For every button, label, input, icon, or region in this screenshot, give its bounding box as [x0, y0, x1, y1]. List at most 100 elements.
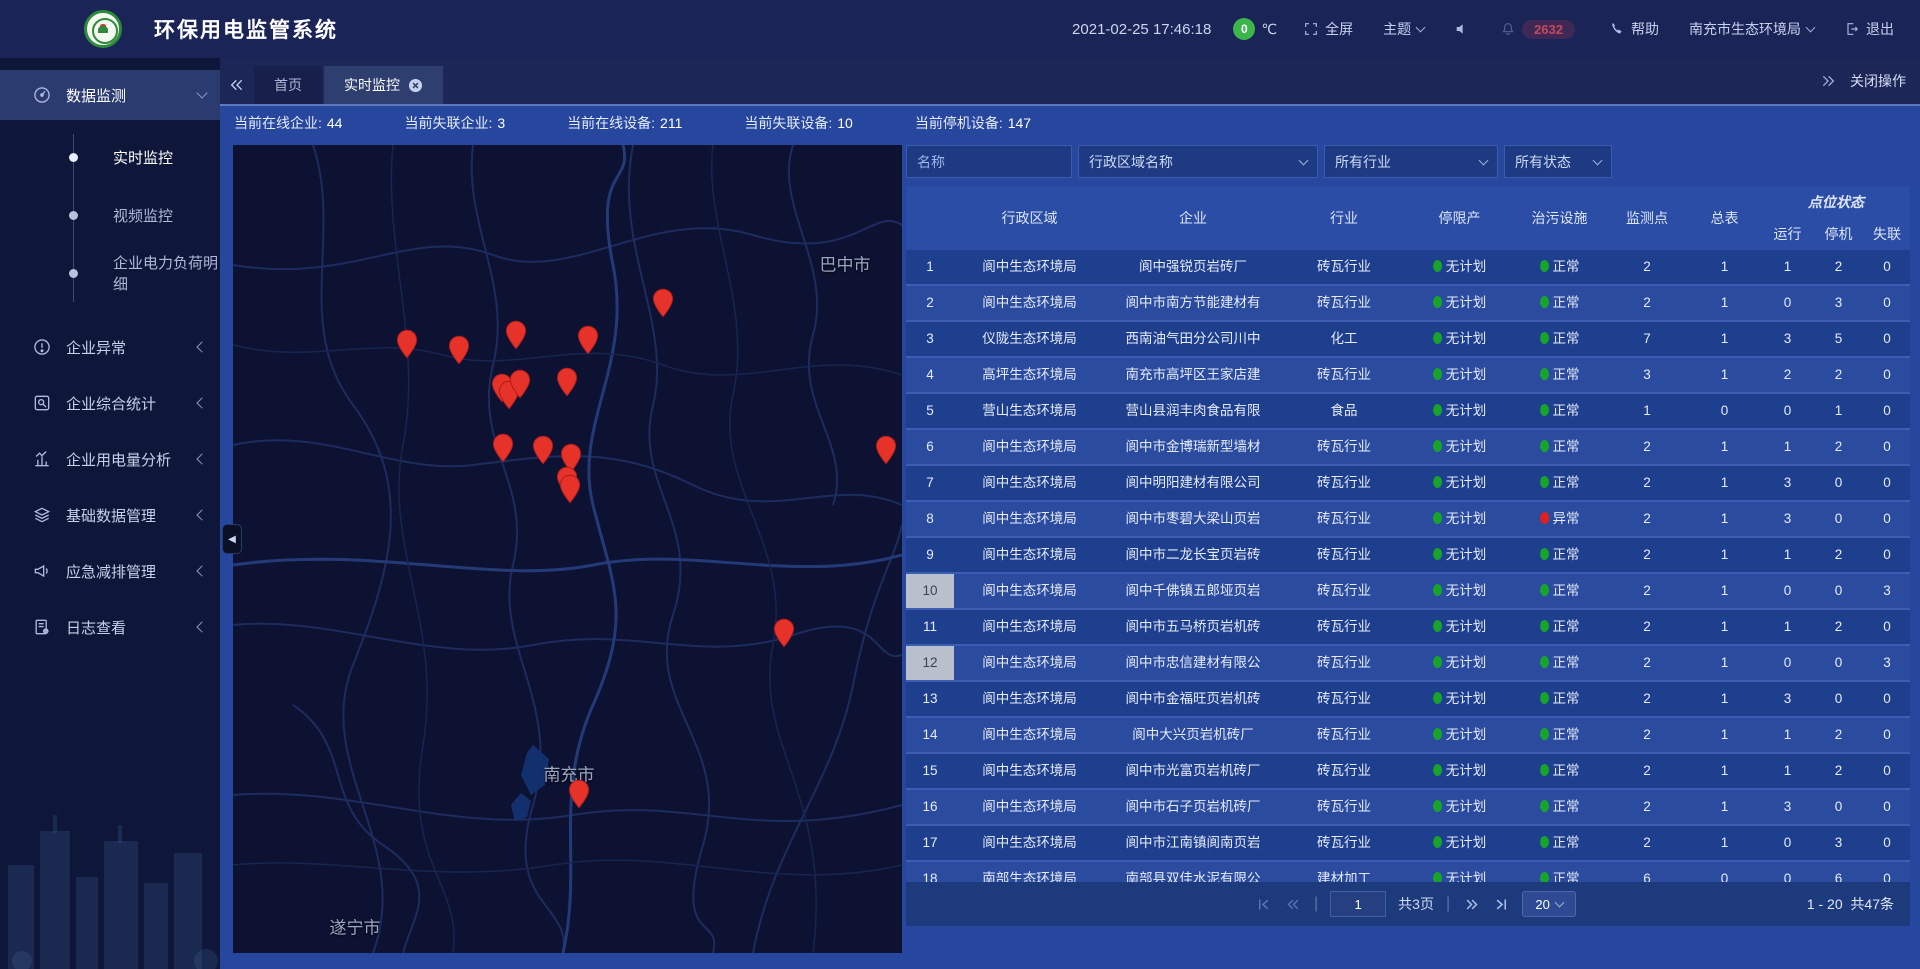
notifications-button[interactable]: 2632 — [1500, 20, 1575, 39]
cell-facility: 正常 — [1512, 394, 1607, 428]
table-row[interactable]: 13阆中生态环境局阆中市金福旺页岩机砖砖瓦行业无计划正常21300 — [906, 682, 1910, 718]
cell-meters: 0 — [1687, 394, 1762, 428]
cell-industry: 砖瓦行业 — [1281, 574, 1407, 608]
map-marker-pin[interactable] — [559, 474, 581, 504]
next-page-button[interactable] — [1462, 895, 1480, 913]
sidebar-item-5[interactable]: 应急减排管理 — [0, 546, 220, 596]
sidebar-item-1[interactable]: 企业异常 — [0, 322, 220, 372]
tabs-scroll-left-button[interactable] — [220, 66, 254, 104]
table-row[interactable]: 4高坪生态环境局南充市高坪区王家店建砖瓦行业无计划正常31220 — [906, 358, 1910, 394]
table-row[interactable]: 3仪陇生态环境局西南油气田分公司川中化工无计划正常71350 — [906, 322, 1910, 358]
page-number-input[interactable] — [1330, 891, 1386, 917]
table-row[interactable]: 17阆中生态环境局阆中市江南镇阆南页岩砖瓦行业无计划正常21030 — [906, 826, 1910, 862]
sidebar-item-2[interactable]: 企业综合统计 — [0, 378, 220, 428]
table-row[interactable]: 16阆中生态环境局阆中市石子页岩机砖厂砖瓦行业无计划正常21300 — [906, 790, 1910, 826]
sidebar-item-label: 企业异常 — [66, 337, 198, 358]
datetime-display: 2021-02-25 17:46:18 — [1072, 21, 1211, 38]
map-marker-pin[interactable] — [875, 435, 897, 465]
double-chevron-right-icon[interactable] — [1820, 73, 1836, 89]
cell-stop: 2 — [1813, 250, 1864, 284]
chevron-down-icon — [196, 87, 207, 98]
map-marker-pin[interactable] — [652, 288, 674, 318]
map-marker-pin[interactable] — [396, 329, 418, 359]
tab-home[interactable]: 首页 — [254, 66, 322, 104]
table-row[interactable]: 1阆中生态环境局阆中强锐页岩砖厂砖瓦行业无计划正常21120 — [906, 250, 1910, 286]
theme-dropdown[interactable]: 主题 — [1383, 19, 1424, 39]
map-panel[interactable]: 巴中市南充市遂宁市 — [233, 145, 902, 953]
speaker-icon — [1454, 21, 1470, 37]
cell-meters: 1 — [1687, 286, 1762, 320]
sidebar-item-4[interactable]: 基础数据管理 — [0, 490, 220, 540]
column-header: 行政区域 — [954, 208, 1105, 228]
cell-lost: 0 — [1864, 394, 1910, 428]
map-marker-pin[interactable] — [492, 433, 514, 463]
close-operations-button[interactable]: 关闭操作 — [1850, 71, 1906, 91]
sidebar-item-label: 数据监测 — [66, 85, 198, 106]
mute-button[interactable] — [1454, 21, 1470, 37]
cell-index: 4 — [906, 358, 954, 392]
cell-company: 阆中市石子页岩机砖厂 — [1105, 790, 1281, 824]
sidebar-item-3[interactable]: 企业用电量分析 — [0, 434, 220, 484]
table-row[interactable]: 12阆中生态环境局阆中市忠信建材有限公砖瓦行业无计划正常21003 — [906, 646, 1910, 682]
table-row[interactable]: 10阆中生态环境局阆中千佛镇五郎垭页岩砖瓦行业无计划正常21003 — [906, 574, 1910, 610]
org-dropdown[interactable]: 南充市生态环境局 — [1689, 19, 1814, 39]
last-page-button[interactable] — [1492, 895, 1510, 913]
cell-industry: 砖瓦行业 — [1281, 790, 1407, 824]
industry-filter-select[interactable]: 所有行业 — [1324, 145, 1498, 178]
cell-meters: 1 — [1687, 790, 1762, 824]
cell-meters: 0 — [1687, 862, 1762, 882]
map-marker-pin[interactable] — [568, 779, 590, 809]
map-marker-pin[interactable] — [577, 325, 599, 355]
cell-region: 营山生态环境局 — [954, 394, 1105, 428]
table-row[interactable]: 8阆中生态环境局阆中市枣碧大梁山页岩砖瓦行业无计划异常21300 — [906, 502, 1910, 538]
cell-company: 阆中市江南镇阆南页岩 — [1105, 826, 1281, 860]
map-marker-pin[interactable] — [509, 369, 531, 399]
map-marker-pin[interactable] — [448, 335, 470, 365]
app-title: 环保用电监管系统 — [154, 14, 338, 44]
cell-industry: 砖瓦行业 — [1281, 718, 1407, 752]
status-filter-select[interactable]: 所有状态 — [1504, 145, 1612, 178]
sidebar-subitem[interactable]: 实时监控 — [0, 128, 220, 186]
table-row[interactable]: 5营山生态环境局营山县润丰肉食品有限食品无计划正常10010 — [906, 394, 1910, 430]
collapse-panel-button[interactable]: ◀ — [222, 524, 242, 554]
stats-icon — [32, 393, 52, 413]
cell-lost: 0 — [1864, 826, 1910, 860]
page-size-select[interactable]: 20 — [1522, 891, 1576, 917]
sidebar-subitem[interactable]: 企业电力负荷明细 — [0, 244, 220, 302]
help-button[interactable]: 帮助 — [1609, 19, 1659, 39]
fullscreen-button[interactable]: 全屏 — [1303, 19, 1353, 39]
close-icon[interactable] — [408, 78, 423, 93]
table-row[interactable]: 14阆中生态环境局阆中大兴页岩机砖厂砖瓦行业无计划正常21120 — [906, 718, 1910, 754]
table-row[interactable]: 9阆中生态环境局阆中市二龙长宝页岩砖砖瓦行业无计划正常21120 — [906, 538, 1910, 574]
table-row[interactable]: 18南部生态环境局南部县双佳水泥有限公建材加工无计划正常60060 — [906, 862, 1910, 882]
map-marker-pin[interactable] — [556, 367, 578, 397]
region-filter-select[interactable]: 行政区域名称 — [1078, 145, 1318, 178]
cell-lost: 3 — [1864, 646, 1910, 680]
tab-realtime-monitor[interactable]: 实时监控 — [324, 66, 443, 104]
table-row[interactable]: 11阆中生态环境局阆中市五马桥页岩机砖砖瓦行业无计划正常21120 — [906, 610, 1910, 646]
status-dot — [1433, 368, 1442, 380]
name-filter-input[interactable] — [906, 145, 1072, 178]
logout-button[interactable]: 退出 — [1844, 19, 1894, 39]
table-row[interactable]: 2阆中生态环境局阆中市南方节能建材有砖瓦行业无计划正常21030 — [906, 286, 1910, 322]
table-row[interactable]: 7阆中生态环境局阆中明阳建材有限公司砖瓦行业无计划正常21300 — [906, 466, 1910, 502]
table-row[interactable]: 6阆中生态环境局阆中市金博瑞新型墙材砖瓦行业无计划正常21120 — [906, 430, 1910, 466]
sidebar-item-0[interactable]: 数据监测 — [0, 70, 220, 120]
cell-limit: 无计划 — [1407, 646, 1512, 680]
first-page-button[interactable] — [1254, 895, 1272, 913]
cell-facility: 正常 — [1512, 718, 1607, 752]
cell-region: 阆中生态环境局 — [954, 790, 1105, 824]
filter-bar: 行政区域名称 所有行业 所有状态 — [906, 145, 1910, 178]
table-row[interactable]: 15阆中生态环境局阆中市光富页岩机砖厂砖瓦行业无计划正常21120 — [906, 754, 1910, 790]
map-marker-pin[interactable] — [773, 618, 795, 648]
cell-industry: 化工 — [1281, 322, 1407, 356]
stat-item: 当前在线企业:44 — [234, 113, 342, 133]
map-marker-pin[interactable] — [532, 435, 554, 465]
sidebar-item-6[interactable]: 日志查看 — [0, 602, 220, 652]
sidebar-subitem[interactable]: 视频监控 — [0, 186, 220, 244]
cell-stop: 0 — [1813, 790, 1864, 824]
cell-index: 2 — [906, 286, 954, 320]
previous-page-button[interactable] — [1284, 895, 1302, 913]
cell-index: 9 — [906, 538, 954, 572]
map-marker-pin[interactable] — [505, 320, 527, 350]
